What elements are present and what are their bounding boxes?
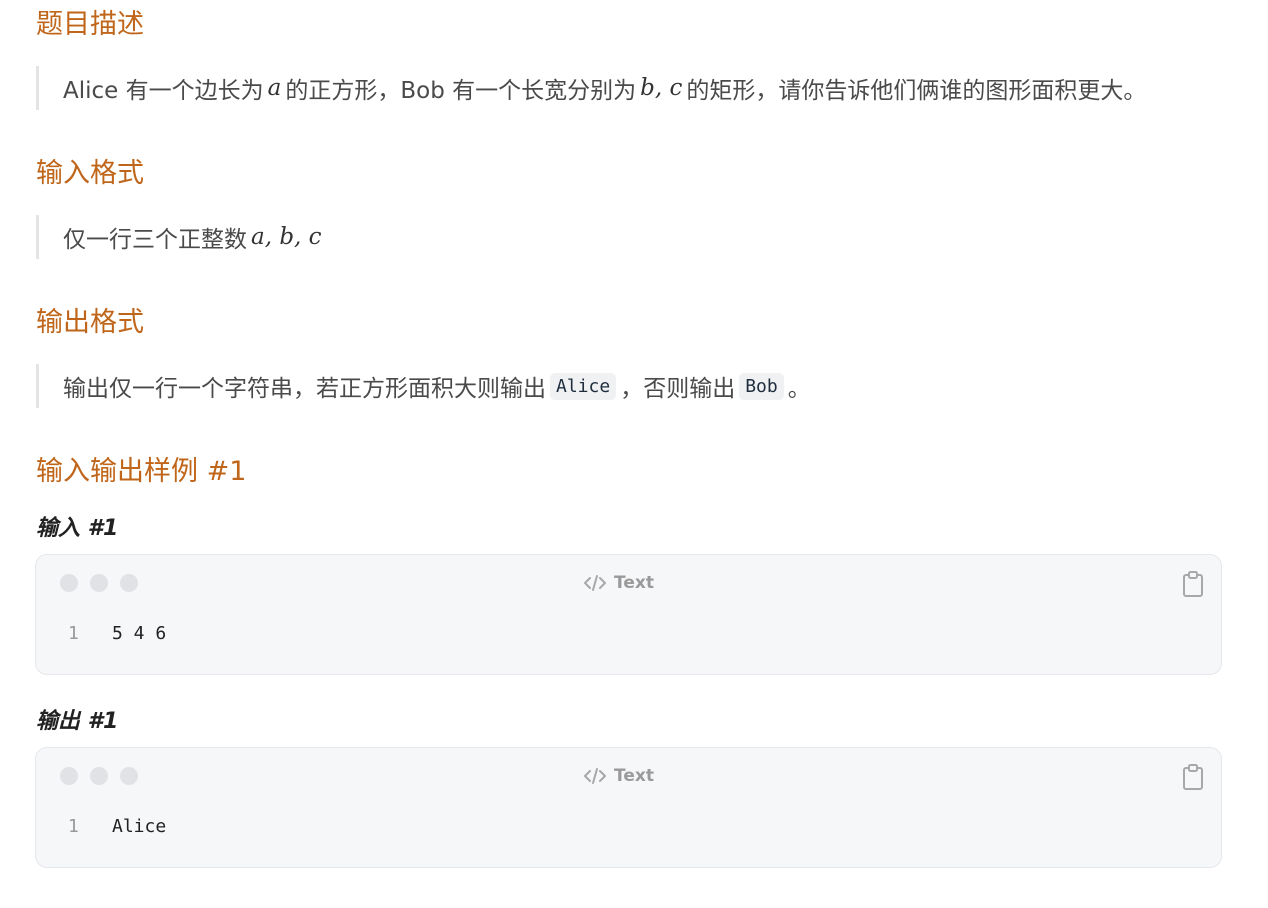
output-format-text: 输出仅一行一个字符串，若正方形面积大则输出 Alice ，否则输出 Bob 。 xyxy=(36,364,811,408)
output-format-text-part-3: 。 xyxy=(787,376,811,402)
line-number: 1 xyxy=(68,816,79,837)
copy-input-button[interactable] xyxy=(1181,570,1205,598)
copy-output-button[interactable] xyxy=(1181,763,1205,791)
window-dot-icon xyxy=(90,574,108,592)
window-dot-icon xyxy=(120,574,138,592)
math-abc: a, b, c xyxy=(251,224,322,250)
sample-input-code-block: Text 1 5 4 6 xyxy=(35,554,1222,675)
code-line: 5 4 6 xyxy=(112,623,167,644)
sample-output-label: 输出 #1 xyxy=(36,709,119,734)
sample-input-label: 输入 #1 xyxy=(36,516,119,541)
inline-code-bob: Bob xyxy=(739,372,784,400)
code-language-label: Text xyxy=(584,766,654,786)
code-line: Alice xyxy=(112,816,167,837)
code-language-label: Text xyxy=(584,573,654,593)
window-dot-icon xyxy=(60,574,78,592)
code-language-text: Text xyxy=(614,573,654,593)
description-text-part-1: Alice 有一个边长为 xyxy=(63,78,264,104)
section-title-description: 题目描述 xyxy=(36,9,144,40)
input-format-text-part-1: 仅一行三个正整数 xyxy=(63,227,247,253)
code-language-text: Text xyxy=(614,766,654,786)
code-icon xyxy=(584,575,606,591)
input-format-text: 仅一行三个正整数 a, b, c xyxy=(36,215,326,259)
math-bc: b, c xyxy=(640,75,683,101)
math-a: a xyxy=(267,75,282,101)
output-format-text-part-1: 输出仅一行一个字符串，若正方形面积大则输出 xyxy=(63,376,546,402)
description-text-part-3: 的矩形，请你告诉他们俩谁的图形面积更大。 xyxy=(686,78,1147,104)
line-number: 1 xyxy=(68,623,79,644)
window-dot-icon xyxy=(60,767,78,785)
inline-code-alice: Alice xyxy=(550,372,617,400)
clipboard-icon xyxy=(1183,764,1203,790)
window-dot-icon xyxy=(90,767,108,785)
description-text: Alice 有一个边长为 a 的正方形，Bob 有一个长宽分别为 b, c 的矩… xyxy=(36,66,1146,110)
section-title-output-format: 输出格式 xyxy=(36,307,144,338)
code-icon xyxy=(584,768,606,784)
section-title-samples: 输入输出样例 #1 xyxy=(36,456,247,487)
sample-output-code-block: Text 1 Alice xyxy=(35,747,1222,868)
output-format-text-part-2: ，否则输出 xyxy=(620,376,736,402)
section-title-input-format: 输入格式 xyxy=(36,158,144,189)
description-text-part-2: 的正方形，Bob 有一个长宽分别为 xyxy=(285,78,637,104)
window-dot-icon xyxy=(120,767,138,785)
clipboard-icon xyxy=(1183,571,1203,597)
